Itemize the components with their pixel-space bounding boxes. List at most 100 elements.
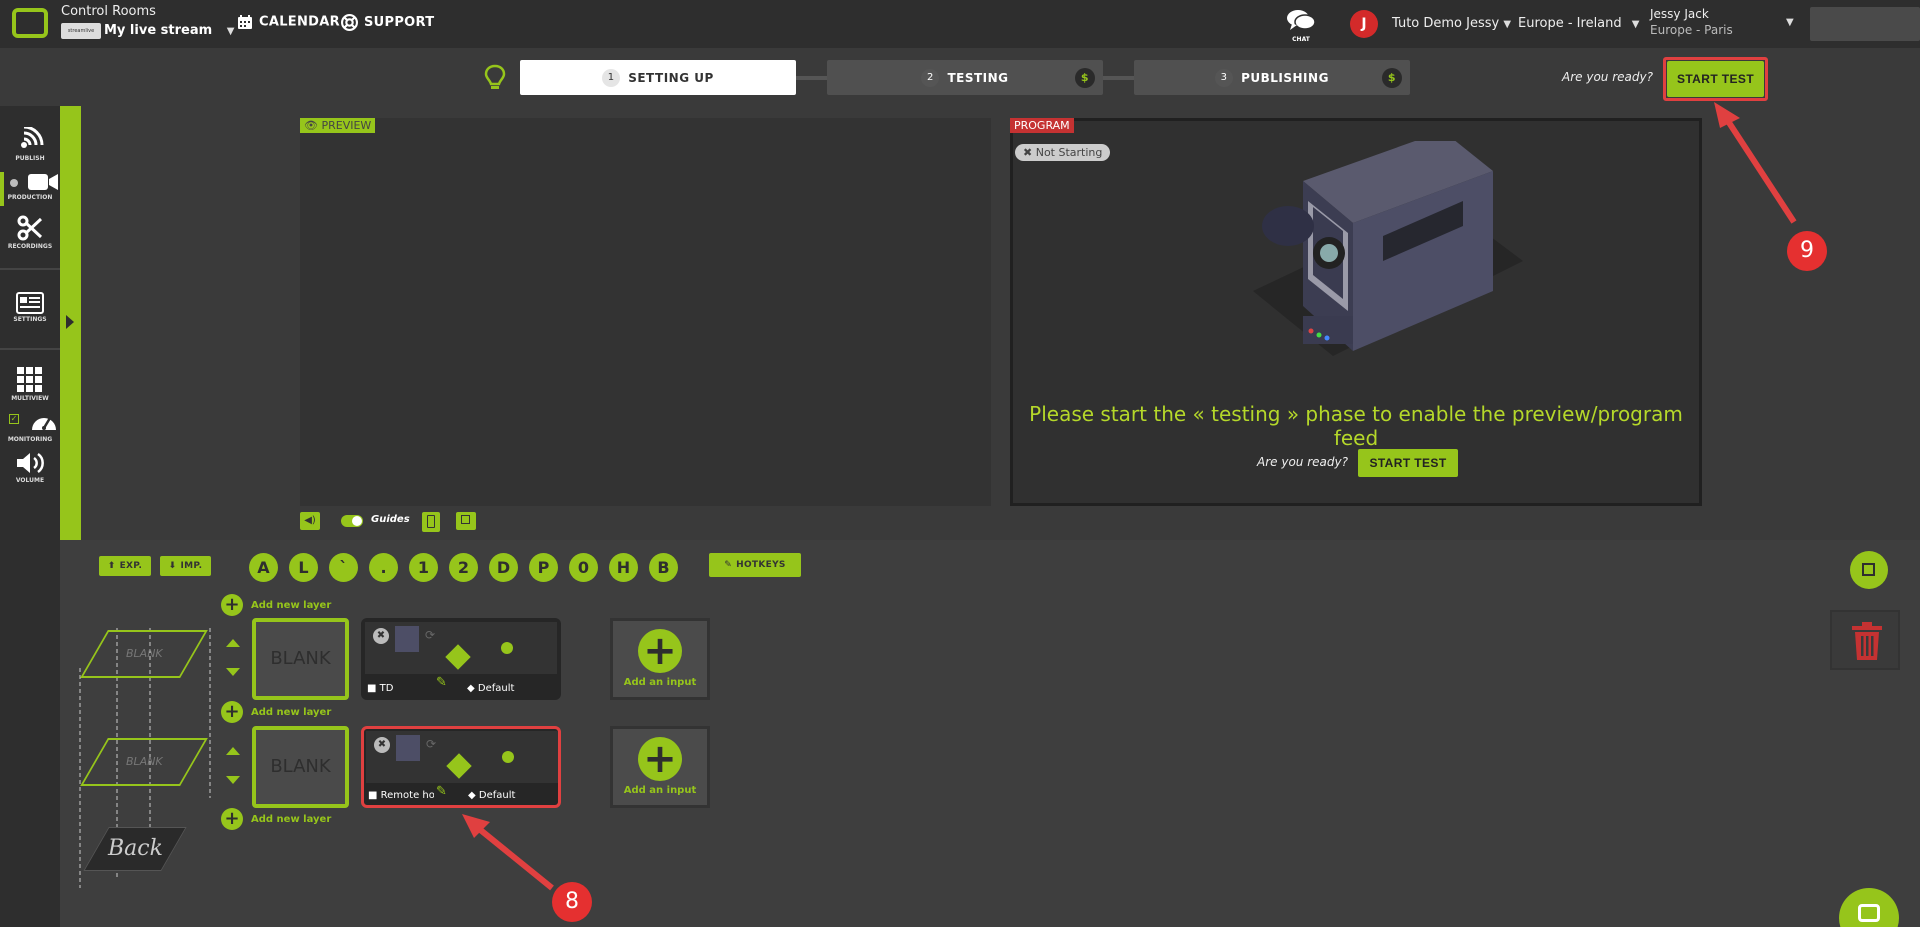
preview-tag-label: PREVIEW [321, 119, 372, 132]
blank-layer-slot[interactable]: BLANK [252, 726, 349, 808]
nav-support[interactable]: SUPPORT [341, 14, 434, 31]
stream-selector[interactable]: My live stream ▼ [104, 23, 234, 38]
add-layer-button[interactable]: + Add new layer [221, 594, 331, 616]
region-selector[interactable]: Europe - Ireland ▼ [1518, 16, 1639, 31]
hotkey-button[interactable]: P [529, 553, 558, 582]
hotkey-button[interactable]: ` [329, 553, 358, 582]
chat-bubble-icon [1858, 904, 1880, 922]
source-card[interactable]: ✖ ⟳ ✎ ■ Remote ho ◆ Default [361, 726, 561, 808]
dollar-icon [445, 644, 471, 670]
add-input-button[interactable]: + Add an input [610, 618, 710, 700]
plus-icon: + [221, 808, 243, 830]
guides-label: Guides [371, 514, 410, 525]
refresh-icon: ⟳ [425, 628, 436, 642]
phone-icon [427, 515, 435, 528]
account-selector[interactable]: Jessy Jack Europe - Paris ▼ [1650, 7, 1794, 37]
blank-layer-slot[interactable]: BLANK [252, 618, 349, 700]
divider [0, 268, 60, 270]
step-setting-up[interactable]: 1 SETTING UP [520, 60, 796, 95]
broadcast-icon [21, 127, 44, 148]
grid-icon [17, 367, 42, 392]
mobile-view-button[interactable] [422, 512, 440, 532]
copy-layers-button[interactable] [1850, 551, 1888, 589]
trash-dropzone[interactable] [1830, 610, 1900, 670]
add-input-button[interactable]: + Add an input [610, 726, 710, 808]
step-label: TESTING [947, 70, 1009, 85]
move-up-icon[interactable] [226, 639, 240, 647]
guides-toggle[interactable] [341, 515, 363, 527]
chat-button[interactable]: CHAT [1285, 8, 1317, 43]
toggle-knob [352, 516, 362, 526]
preset-label: ◆ Default [467, 683, 514, 694]
user-name: Tuto Demo Jessy [1392, 16, 1500, 31]
hotkey-button[interactable]: D [489, 553, 518, 582]
dollar-icon: $ [1075, 68, 1095, 88]
checkbox-icon[interactable]: ✓ [9, 414, 19, 424]
add-layer-button[interactable]: + Add new layer [221, 808, 331, 830]
hotkey-button[interactable]: 2 [449, 553, 478, 582]
step-publishing[interactable]: 3 PUBLISHING $ [1134, 60, 1410, 95]
move-down-icon[interactable] [226, 668, 240, 676]
step-testing[interactable]: 2 TESTING $ [827, 60, 1103, 95]
step-number: 2 [921, 68, 940, 87]
sidebar-item-publish[interactable]: PUBLISH [0, 127, 60, 162]
sidebar-item-recordings[interactable]: RECORDINGS [0, 215, 60, 250]
copy-view-button[interactable] [456, 512, 476, 530]
hotkey-button[interactable]: 0 [569, 553, 598, 582]
sidebar-item-production[interactable]: PRODUCTION [0, 172, 60, 201]
source-card[interactable]: ✖ ⟳ ✎ ■ TD ◆ Default [361, 618, 561, 700]
sidebar-item-label: PRODUCTION [7, 194, 53, 201]
hotkeys-label: HOTKEYS [736, 560, 786, 570]
nav-calendar[interactable]: CALENDAR [237, 14, 340, 30]
program-start-test-button[interactable]: START TEST [1358, 449, 1458, 477]
settings-panel-icon [16, 292, 44, 314]
ready-prompt: Are you ready? [1257, 455, 1348, 469]
scissors-icon [17, 215, 43, 241]
close-icon[interactable]: ✖ [374, 737, 390, 753]
export-button[interactable]: ⬆ EXP. [99, 556, 151, 576]
hotkey-button[interactable]: A [249, 553, 278, 582]
step-number: 1 [602, 68, 621, 87]
sidebar-item-volume[interactable]: VOLUME [0, 451, 60, 484]
close-icon[interactable]: ✖ [373, 628, 389, 644]
audio-toggle[interactable]: ◀) [300, 512, 320, 530]
account-thumbnail [1810, 7, 1920, 41]
sidebar-item-settings[interactable]: SETTINGS [0, 292, 60, 323]
shield-icon: ◆ [467, 683, 475, 694]
move-down-icon[interactable] [226, 776, 240, 784]
app-logo-icon[interactable] [12, 8, 48, 38]
user-menu[interactable]: Tuto Demo Jessy ▼ [1392, 16, 1511, 31]
ready-prompt: Are you ready? [1562, 70, 1653, 84]
step-label: SETTING UP [628, 70, 714, 85]
hotkey-button[interactable]: L [289, 553, 318, 582]
sidebar-item-multiview[interactable]: MULTIVIEW [0, 367, 60, 402]
hotkey-button[interactable]: H [609, 553, 638, 582]
pencil-icon[interactable]: ✎ [436, 675, 447, 690]
preview-monitor [300, 118, 991, 506]
hotkey-button[interactable]: 1 [409, 553, 438, 582]
hotkey-button[interactable]: B [649, 553, 678, 582]
layer-stack-label: BLANK [125, 647, 163, 660]
sidebar-item-monitoring[interactable]: ✓ MONITORING [0, 410, 60, 443]
annotation-badge: 9 [1787, 231, 1827, 271]
speaker-icon: ◀) [304, 515, 316, 526]
live-indicator [502, 751, 514, 763]
start-test-button[interactable]: START TEST [1667, 61, 1764, 97]
hotkeys-button[interactable]: ✎ HOTKEYS [709, 553, 801, 577]
lifebuoy-icon [341, 14, 358, 31]
layer-stack-label: Back [107, 836, 163, 861]
speaker-icon [17, 452, 44, 474]
avatar[interactable]: J [1350, 10, 1378, 38]
source-name: ■ TD [367, 683, 393, 694]
add-layer-button[interactable]: + Add new layer [221, 701, 331, 723]
hotkey-button[interactable]: . [369, 553, 398, 582]
app-title: Control Rooms [61, 4, 156, 19]
import-button[interactable]: ⬇ IMP. [160, 556, 211, 576]
lightbulb-icon[interactable] [484, 64, 506, 92]
move-up-icon[interactable] [226, 747, 240, 755]
nav-support-label: SUPPORT [364, 15, 435, 30]
pencil-icon[interactable]: ✎ [436, 784, 447, 799]
chat-label: CHAT [1292, 36, 1310, 43]
step-connector [1103, 76, 1134, 80]
refresh-icon: ⟳ [426, 737, 437, 751]
